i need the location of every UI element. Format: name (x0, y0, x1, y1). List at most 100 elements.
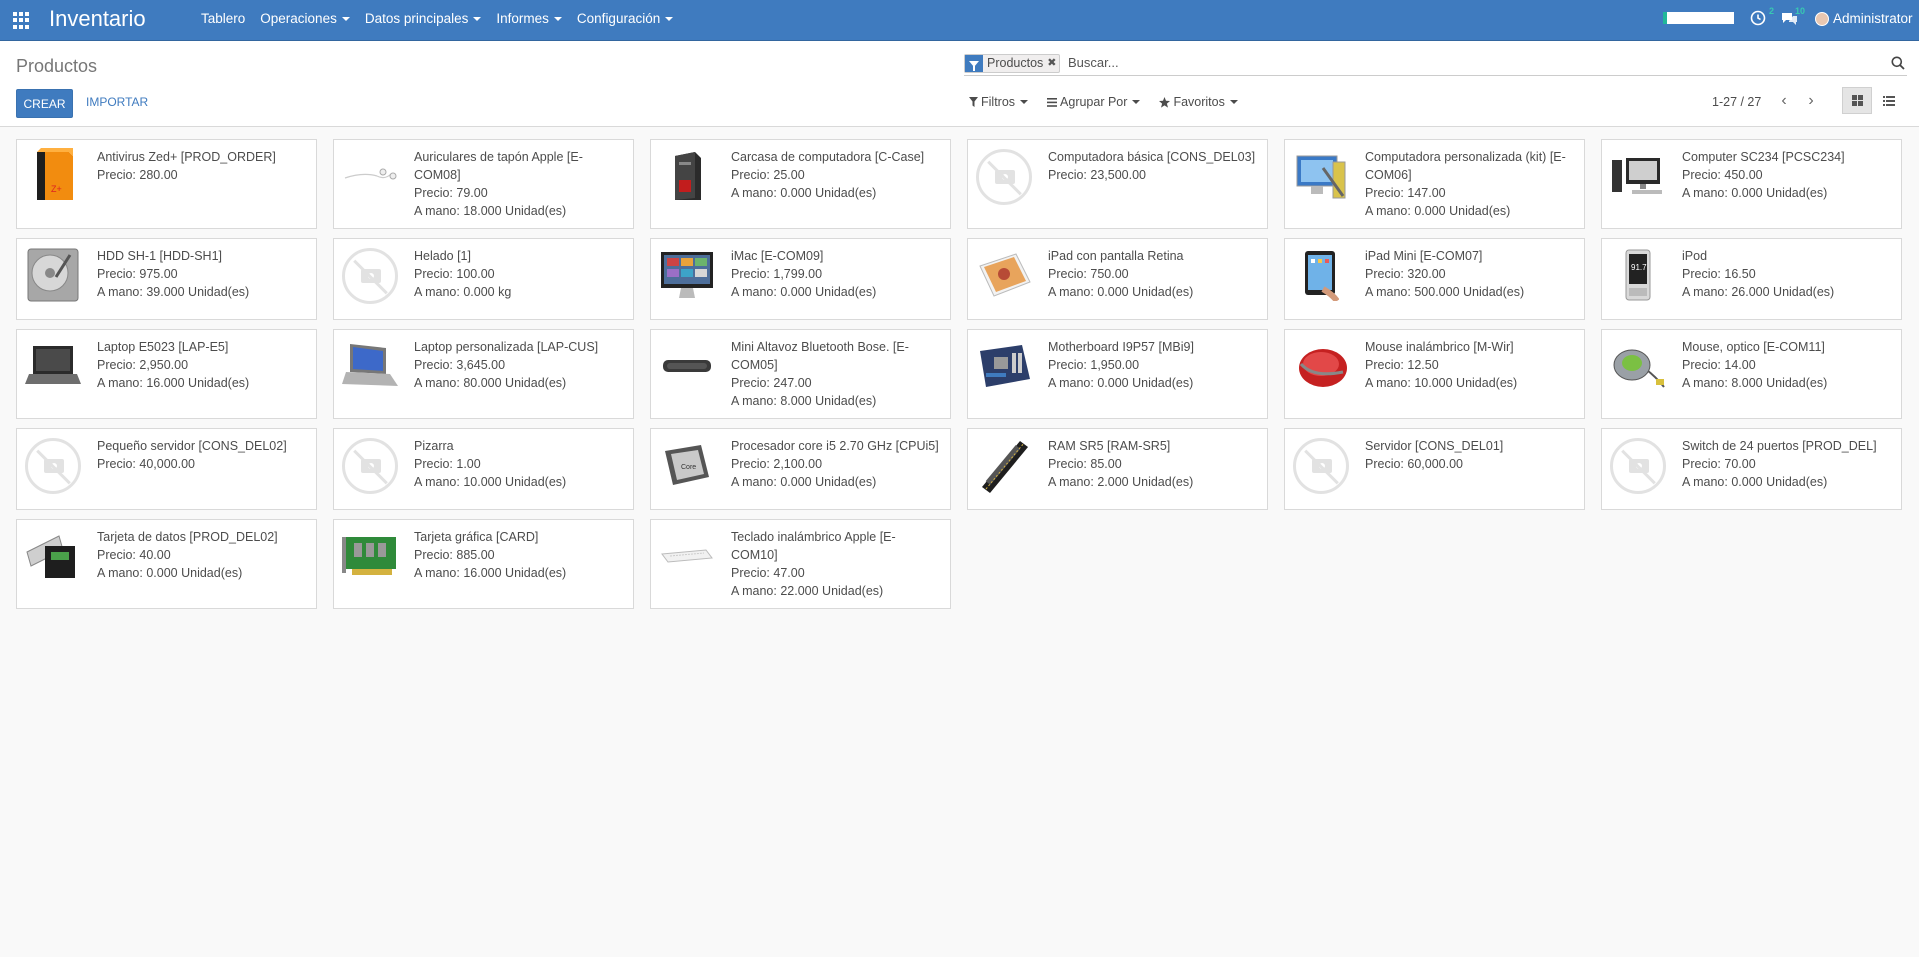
apps-grid-icon[interactable] (13, 12, 30, 29)
kanban-product-card[interactable]: Teclado inalámbrico Apple [E-COM10] Preci… (650, 519, 951, 609)
onboarding-progress-bar[interactable] (1663, 12, 1734, 24)
product-image (1610, 148, 1666, 206)
product-price: Precio: 2,100.00 (731, 457, 823, 471)
kanban-product-card[interactable]: Carcasa de computadora [C-Case] Precio: 2… (650, 139, 951, 229)
kanban-grid-icon (1851, 95, 1863, 106)
product-name: Laptop E5023 [LAP-E5] (97, 340, 229, 354)
product-on-hand: A mano: 0.000 Unidad(es) (1048, 376, 1194, 390)
favorites-dropdown[interactable]: Favoritos (1159, 95, 1238, 109)
product-name: Motherboard I9P57 [MBi9] (1048, 340, 1194, 354)
product-price: Precio: 25.00 (731, 168, 805, 182)
kanban-product-card[interactable]: HDD SH-1 [HDD-SH1] Precio: 975.00 A mano: … (16, 238, 317, 320)
ipod-icon: 91.7 (1622, 248, 1654, 305)
product-name: Computer SC234 [PCSC234] (1682, 150, 1845, 164)
product-info: Mouse inalámbrico [M-Wir] Precio: 12.50 A … (1365, 338, 1576, 410)
user-menu[interactable]: Administrator (1815, 11, 1913, 26)
groupby-dropdown[interactable]: Agrupar Por (1047, 95, 1141, 109)
kanban-product-card[interactable]: Laptop personalizada [LAP-CUS] Precio: 3,… (333, 329, 634, 419)
create-button[interactable]: CREAR (16, 89, 73, 118)
product-on-hand: A mano: 500.000 Unidad(es) (1365, 285, 1525, 299)
product-price: Precio: 1,799.00 (731, 267, 823, 281)
product-name: Auriculares de tapón Apple [E-COM08] (414, 150, 583, 182)
import-button[interactable]: IMPORTAR (86, 95, 148, 109)
product-info: Motherboard I9P57 [MBi9] Precio: 1,950.00… (1048, 338, 1259, 410)
product-info: Laptop personalizada [LAP-CUS] Precio: 3,… (414, 338, 625, 410)
kanban-product-card[interactable]: Helado [1] Precio: 100.00 A mano: 0.000 kg (333, 238, 634, 320)
product-name: Antivirus Zed+ [PROD_ORDER] (97, 150, 276, 164)
kanban-product-card[interactable]: Mouse, optico [E-COM11] Precio: 14.00 A ma… (1601, 329, 1902, 419)
menu-configuracion[interactable]: Configuración (577, 11, 674, 26)
messages-icon[interactable]: 10 (1781, 6, 1805, 28)
product-name: Pequeño servidor [CONS_DEL02] (97, 439, 287, 453)
kanban-product-card[interactable]: RAM SR5 [RAM-SR5] Precio: 85.00 A mano: 2.… (967, 428, 1268, 510)
kanban-product-card[interactable]: Tarjeta gráfica [CARD] Precio: 885.00 A ma… (333, 519, 634, 609)
product-image (976, 437, 1032, 495)
menu-tablero[interactable]: Tablero (201, 11, 245, 26)
kanban-view-button[interactable] (1842, 87, 1872, 114)
kanban-product-card[interactable]: Servidor [CONS_DEL01] Precio: 60,000.00 (1284, 428, 1585, 510)
funnel-icon (969, 97, 978, 107)
laptop-icon (25, 344, 81, 391)
product-image (659, 247, 715, 305)
kanban-product-card[interactable]: iMac [E-COM09] Precio: 1,799.00 A mano: 0.… (650, 238, 951, 320)
product-image (342, 148, 398, 206)
facet-label: Productos (987, 56, 1044, 70)
kanban-product-card[interactable]: Computadora personalizada (kit) [E-COM06… (1284, 139, 1585, 229)
product-on-hand: A mano: 0.000 Unidad(es) (731, 285, 877, 299)
kanban-product-card[interactable]: Computer SC234 [PCSC234] Precio: 450.00 A … (1601, 139, 1902, 229)
product-image (976, 247, 1032, 305)
activity-clock-icon[interactable]: 2 (1750, 6, 1774, 28)
product-on-hand: A mano: 0.000 Unidad(es) (1682, 475, 1828, 489)
kanban-product-card[interactable]: Mouse inalámbrico [M-Wir] Precio: 12.50 A … (1284, 329, 1585, 419)
kanban-product-card[interactable]: Motherboard I9P57 [MBi9] Precio: 1,950.00… (967, 329, 1268, 419)
pager-next-icon[interactable]: › (1801, 92, 1821, 112)
kanban-product-card[interactable]: iPad Mini [E-COM07] Precio: 320.00 A mano:… (1284, 238, 1585, 320)
kanban-product-card[interactable]: Computadora básica [CONS_DEL03] Precio: 2… (967, 139, 1268, 229)
product-image: Core (659, 437, 715, 495)
kanban-product-card[interactable]: Tarjeta de datos [PROD_DEL02] Precio: 40.… (16, 519, 317, 609)
list-view-button[interactable] (1874, 87, 1904, 114)
product-price: Precio: 247.00 (731, 376, 812, 390)
app-brand[interactable]: Inventario (49, 6, 146, 32)
pager-value[interactable]: 1-27 / 27 (1712, 95, 1761, 109)
menu-operaciones[interactable]: Operaciones (260, 11, 350, 26)
product-name: Mouse, optico [E-COM11] (1682, 340, 1825, 354)
wireless-mouse-icon (1293, 342, 1349, 393)
product-price: Precio: 14.00 (1682, 358, 1756, 372)
kanban-product-card[interactable]: Pizarra Precio: 1.00 A mano: 10.000 Unidad… (333, 428, 634, 510)
control-panel: Productos CREAR IMPORTAR Productos ✖ Fil… (0, 41, 1919, 127)
pager-previous-icon[interactable]: ‹ (1774, 92, 1794, 112)
kanban-product-card[interactable]: Switch de 24 puertos [PROD_DEL] Precio: 7… (1601, 428, 1902, 510)
product-name: iPad con pantalla Retina (1048, 249, 1184, 263)
computer-kit-icon (1293, 148, 1349, 207)
product-info: Computadora básica [CONS_DEL03] Precio: 2… (1048, 148, 1259, 220)
kanban-product-card[interactable]: Core Procesador core i5 2.70 GHz [CPUi5] P… (650, 428, 951, 510)
keyboard-icon (660, 546, 714, 569)
filters-dropdown[interactable]: Filtros (969, 95, 1029, 109)
kanban-product-card[interactable]: iPad con pantalla Retina Precio: 750.00 A … (967, 238, 1268, 320)
product-price: Precio: 12.50 (1365, 358, 1439, 372)
kanban-product-card[interactable]: Mini Altavoz Bluetooth Bose. [E-COM05] Pr… (650, 329, 951, 419)
page-title: Productos (16, 56, 98, 76)
software-box-icon: Z+ (29, 147, 77, 207)
kanban-product-card[interactable]: 91.7 iPod Precio: 16.50 A mano: 26.000 Unid… (1601, 238, 1902, 320)
menu-datos-principales[interactable]: Datos principales (365, 11, 482, 26)
product-info: Tarjeta gráfica [CARD] Precio: 885.00 A ma… (414, 528, 625, 600)
kanban-product-card[interactable]: Pequeño servidor [CONS_DEL02] Precio: 40,… (16, 428, 317, 510)
kanban-product-card[interactable]: Z+ Antivirus Zed+ [PROD_ORDER] Precio: 280… (16, 139, 317, 229)
product-price: Precio: 750.00 (1048, 267, 1129, 281)
facet-remove-icon[interactable]: ✖ (1047, 55, 1059, 72)
menu-informes[interactable]: Informes (496, 11, 562, 26)
search-icon[interactable] (1891, 56, 1905, 70)
search-input[interactable] (1068, 55, 1768, 70)
product-info: Laptop E5023 [LAP-E5] Precio: 2,950.00 A m… (97, 338, 308, 410)
product-image (25, 247, 81, 305)
product-on-hand: A mano: 8.000 Unidad(es) (731, 394, 877, 408)
kanban-product-card[interactable]: Auriculares de tapón Apple [E-COM08] Prec… (333, 139, 634, 229)
kanban-product-card[interactable]: Laptop E5023 [LAP-E5] Precio: 2,950.00 A m… (16, 329, 317, 419)
product-image (25, 338, 81, 396)
product-price: Precio: 85.00 (1048, 457, 1122, 471)
product-info: Helado [1] Precio: 100.00 A mano: 0.000 kg (414, 247, 625, 311)
no-image-placeholder-icon (342, 248, 398, 304)
product-price: Precio: 1,950.00 (1048, 358, 1140, 372)
